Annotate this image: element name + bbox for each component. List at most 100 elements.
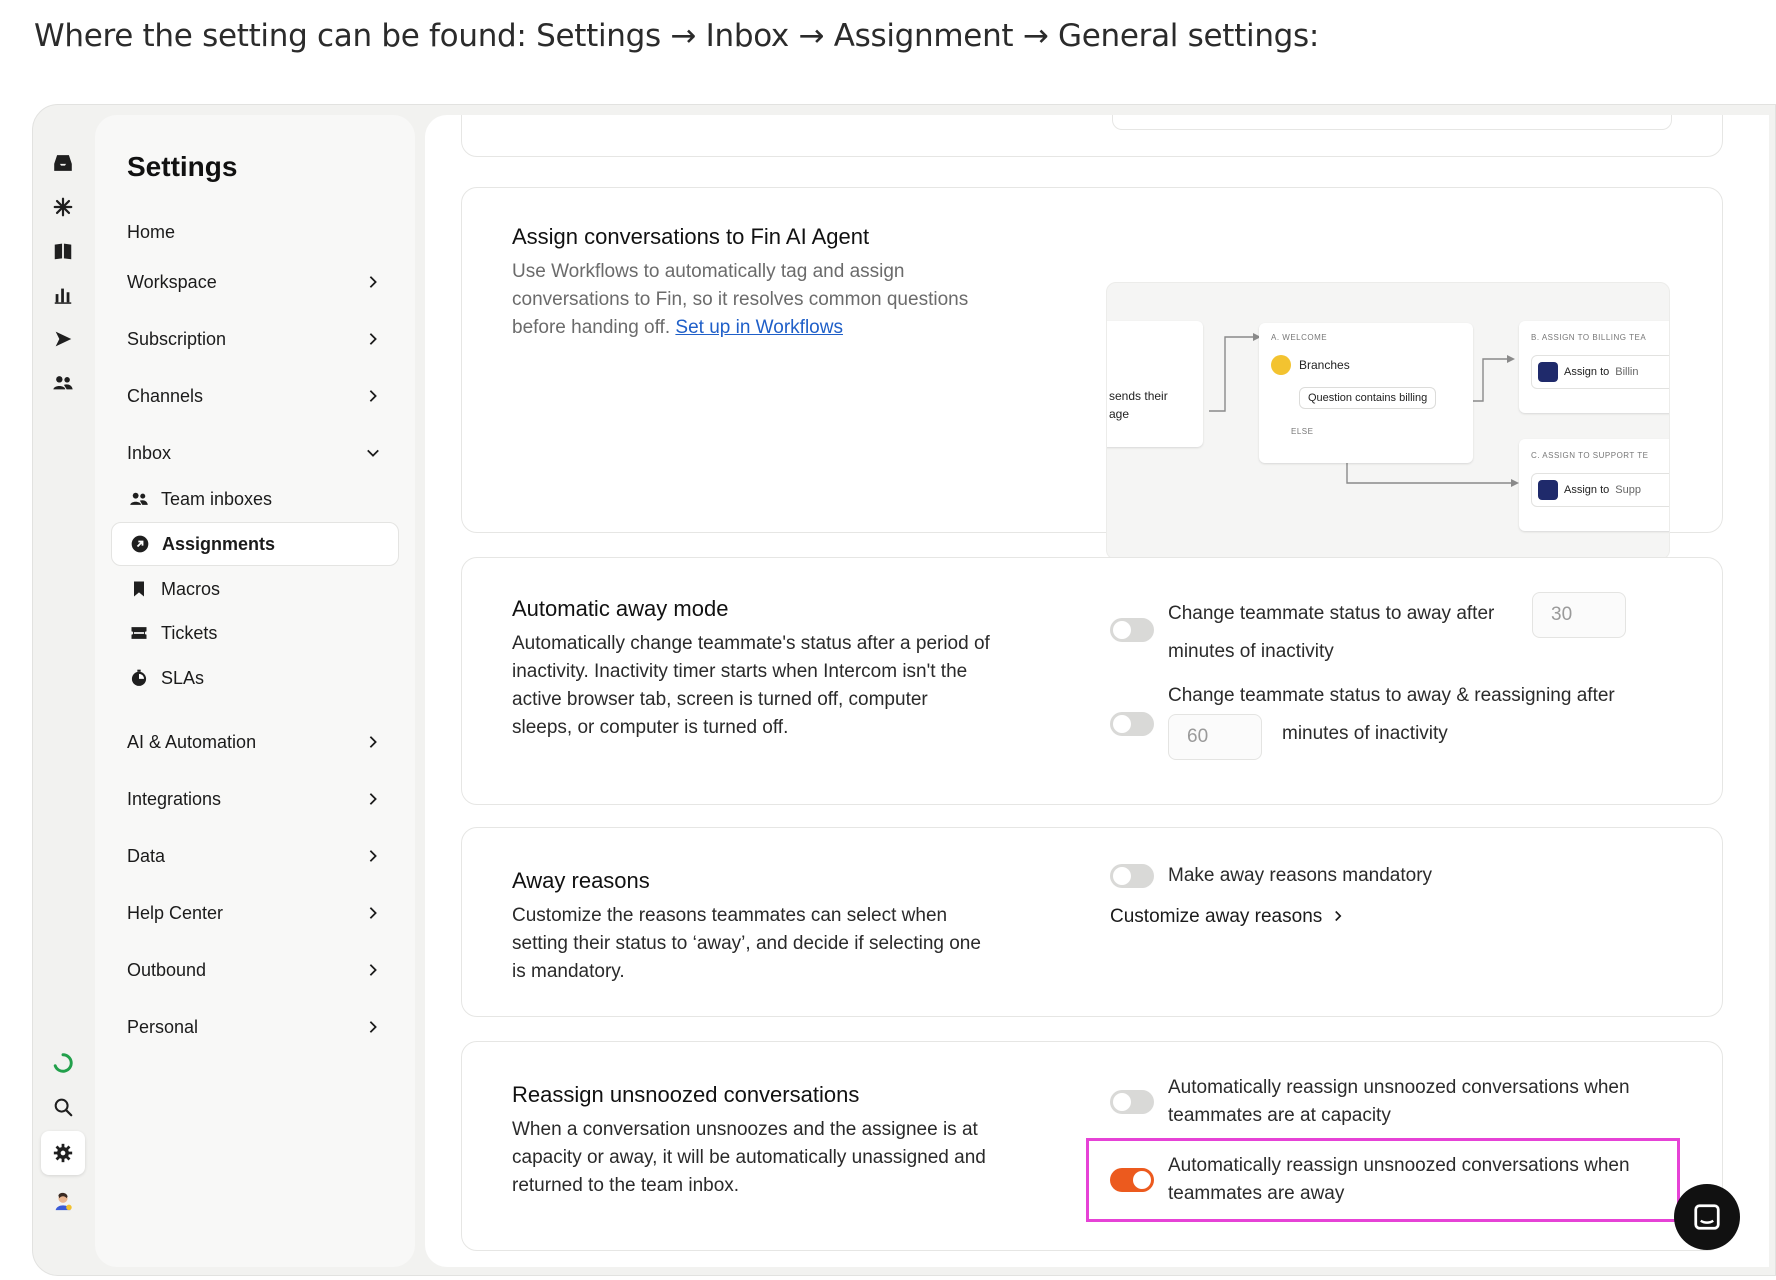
chat-icon — [1694, 1204, 1720, 1230]
intro-text: Where the setting can be found: Settings… — [34, 18, 1320, 54]
sidebar-item-subscription[interactable]: Subscription — [127, 322, 381, 356]
sla-icon — [129, 668, 149, 688]
knowledge-icon[interactable] — [47, 235, 79, 267]
away-after-text-2: minutes of inactivity — [1168, 641, 1334, 662]
sidebar-item-label: Inbox — [127, 442, 172, 463]
workflow-diagram: sends their age A. WELCOME Branches Ques… — [1106, 282, 1670, 560]
support-label: C. ASSIGN TO SUPPORT TE — [1531, 451, 1649, 460]
start-node-text-2: age — [1109, 407, 1130, 421]
contacts-icon[interactable] — [47, 367, 79, 399]
sidebar-subitem-label: Tickets — [161, 622, 218, 643]
reassign-capacity-text: Automatically reassign unsnoozed convers… — [1168, 1077, 1630, 1126]
chevron-right-icon — [365, 905, 381, 921]
sidebar-subitem-team-inboxes[interactable]: Team inboxes — [111, 477, 399, 521]
search-icon[interactable] — [47, 1091, 79, 1123]
away-card-description: Automatically change teammate's status a… — [512, 633, 990, 738]
fin-agent-card: Assign conversations to Fin AI Agent Use… — [461, 187, 1723, 560]
chevron-right-icon — [365, 388, 381, 404]
sidebar-item-personal[interactable]: Personal — [127, 1010, 381, 1044]
sidebar-subitem-tickets[interactable]: Tickets — [111, 611, 399, 655]
welcome-label: A. WELCOME — [1271, 333, 1328, 342]
sidebar-item-label: Channels — [127, 385, 204, 406]
outbound-icon[interactable] — [47, 323, 79, 355]
branches-label: Branches — [1299, 358, 1350, 372]
chevron-right-icon — [365, 962, 381, 978]
customize-link-label: Customize away reasons — [1110, 906, 1323, 927]
sidebar-item-label: AI & Automation — [127, 731, 257, 752]
sidebar-item-help-center[interactable]: Help Center — [127, 896, 381, 930]
start-node-text-1: sends their — [1109, 389, 1168, 403]
workflow-support-node: C. ASSIGN TO SUPPORT TE Assign to Supp — [1519, 439, 1669, 531]
unsnoozed-card-description: When a conversation unsnoozes and the as… — [512, 1119, 986, 1196]
away-reassign-toggle[interactable] — [1110, 712, 1154, 736]
support-action: Assign to — [1564, 484, 1610, 496]
inbox-icon[interactable] — [47, 147, 79, 179]
sidebar-item-label: Integrations — [127, 788, 222, 809]
reasons-mandatory-toggle[interactable] — [1110, 864, 1154, 888]
sidebar-item-channels[interactable]: Channels — [127, 379, 381, 413]
else-label: ELSE — [1291, 427, 1314, 436]
avatar-icon[interactable] — [47, 1185, 79, 1217]
sidebar-subitem-slas[interactable]: SLAs — [111, 656, 399, 700]
chevron-right-icon — [365, 734, 381, 750]
branches-icon — [1271, 355, 1291, 375]
sidebar-item-label: Personal — [127, 1016, 199, 1037]
settings-sidebar: Settings Home Workspace Subscription Cha… — [95, 115, 415, 1267]
sidebar-item-workspace[interactable]: Workspace — [127, 265, 381, 299]
sidebar-subitem-label: SLAs — [161, 667, 205, 688]
workflow-billing-node: B. ASSIGN TO BILLING TEA Assign to Billi… — [1519, 321, 1669, 413]
assign-icon — [1538, 480, 1558, 500]
sidebar-subitem-assignments[interactable]: Assignments — [111, 522, 399, 566]
chevron-right-icon — [365, 791, 381, 807]
messenger-launcher[interactable] — [1674, 1184, 1740, 1250]
gear-icon[interactable] — [41, 1131, 85, 1175]
sidebar-item-label: Help Center — [127, 902, 224, 923]
chevron-right-icon — [365, 1019, 381, 1035]
main-content: Assign conversations to Fin AI Agent Use… — [425, 115, 1769, 1267]
sidebar-item-label: Workspace — [127, 271, 217, 292]
setup-workflows-link[interactable]: Set up in Workflows — [675, 317, 843, 338]
away-after-text-1: Change teammate status to away after — [1168, 603, 1495, 624]
away-mode-card: Automatic away mode Automatically change… — [461, 557, 1723, 805]
workflow-start-node: sends their age — [1107, 321, 1203, 447]
sidebar-item-label: Subscription — [127, 328, 227, 349]
sidebar-item-ai-automation[interactable]: AI & Automation — [127, 725, 381, 759]
away-after-toggle[interactable] — [1110, 618, 1154, 642]
away-reassign-minutes-input[interactable]: 60 — [1168, 714, 1262, 760]
sidebar-item-data[interactable]: Data — [127, 839, 381, 873]
sidebar-item-outbound[interactable]: Outbound — [127, 953, 381, 987]
sidebar-item-integrations[interactable]: Integrations — [127, 782, 381, 816]
sidebar-subitem-macros[interactable]: Macros — [111, 567, 399, 611]
fin-icon[interactable] — [47, 191, 79, 223]
sidebar-item-inbox[interactable]: Inbox — [127, 436, 381, 470]
sidebar-item-home[interactable]: Home — [127, 215, 381, 249]
chevron-right-icon — [365, 274, 381, 290]
away-after-minutes-input[interactable]: 30 — [1532, 592, 1626, 638]
assignment-icon — [130, 534, 150, 554]
assign-icon — [1538, 362, 1558, 382]
customize-away-reasons-link[interactable]: Customize away reasons — [1110, 906, 1344, 928]
sidebar-item-label: Data — [127, 845, 166, 866]
reports-icon[interactable] — [47, 279, 79, 311]
chevron-down-icon — [365, 445, 381, 461]
away-reassign-text-2: minutes of inactivity — [1282, 723, 1448, 744]
unsnoozed-card-title: Reassign unsnoozed conversations — [512, 1082, 860, 1107]
reassign-capacity-toggle[interactable] — [1110, 1090, 1154, 1114]
support-target: Supp — [1615, 484, 1641, 496]
away-card-title: Automatic away mode — [512, 596, 729, 621]
reasons-card-description: Customize the reasons teammates can sele… — [512, 905, 981, 982]
previous-card-inner — [1112, 115, 1672, 130]
highlight-box — [1086, 1138, 1680, 1222]
billing-label: B. ASSIGN TO BILLING TEA — [1531, 333, 1647, 342]
chevron-right-icon — [1332, 906, 1344, 928]
sidebar-item-label: Home — [127, 221, 176, 242]
away-reasons-card: Away reasons Customize the reasons teamm… — [461, 827, 1723, 1017]
sidebar-subitem-label: Macros — [161, 578, 221, 599]
previous-card — [461, 115, 1723, 157]
condition-chip: Question contains billing — [1299, 387, 1437, 409]
reasons-mandatory-text: Make away reasons mandatory — [1168, 865, 1433, 886]
fin-card-description: Use Workflows to automatically tag and a… — [512, 258, 982, 342]
team-icon — [129, 489, 149, 509]
billing-target: Billin — [1615, 366, 1639, 378]
sidebar-subitem-label: Team inboxes — [161, 488, 273, 509]
